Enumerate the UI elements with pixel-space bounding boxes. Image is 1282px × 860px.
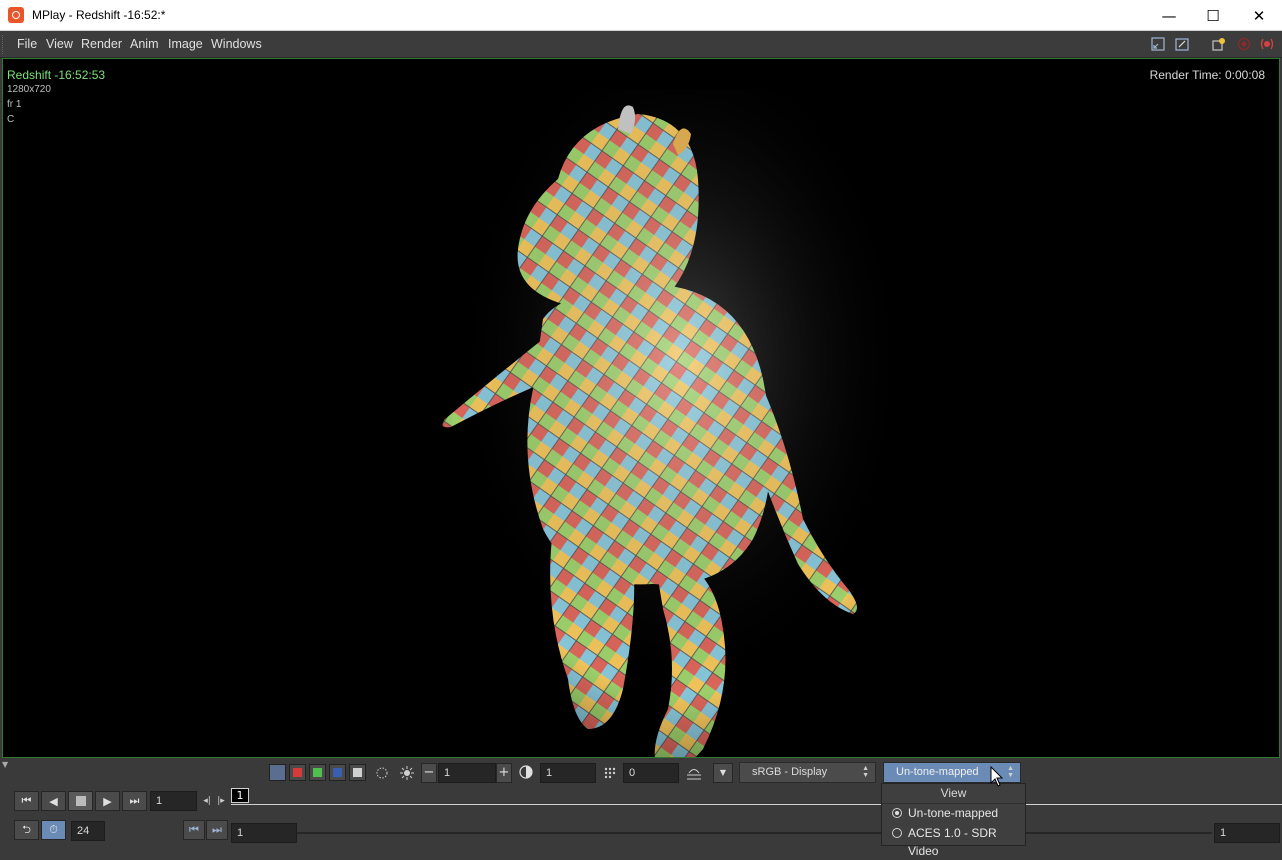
radio-selected-icon — [892, 808, 902, 818]
frame-label: fr 1 — [7, 99, 22, 110]
realtime-playback-button[interactable]: ⏱ — [41, 820, 66, 840]
menu-windows[interactable]: Windows — [211, 37, 262, 51]
minimize-button[interactable]: — — [1146, 0, 1192, 31]
window-title: MPlay - Redshift -16:52:* — [32, 8, 166, 22]
go-to-end-button[interactable]: ⏭ — [122, 791, 147, 811]
set-start-frame-button[interactable]: ⏮ — [183, 820, 205, 840]
lut-dropdown-button[interactable]: ▼ — [713, 763, 733, 783]
option-label: Un-tone-mapped — [908, 806, 999, 820]
play-backward-button[interactable]: ◀ — [41, 791, 66, 811]
render-viewport[interactable]: Redshift -16:52:53 1280x720 fr 1 C Rende… — [2, 58, 1280, 758]
render-settings-icon[interactable] — [1212, 37, 1226, 51]
start-frame-field[interactable]: 1 — [231, 823, 297, 843]
snapshot-icon[interactable] — [1175, 37, 1189, 51]
maximize-button[interactable]: ☐ — [1190, 0, 1236, 31]
colorspace-arrows-icon: ▲ ▼ — [862, 765, 869, 779]
record-icon[interactable] — [1260, 37, 1274, 51]
step-forward-icon[interactable]: |▸ — [214, 793, 228, 809]
exposure-field[interactable]: 1 — [438, 763, 496, 783]
colorspace-value: sRGB - Display — [752, 766, 828, 778]
loop-mode-button[interactable]: ⮌ — [14, 820, 39, 840]
render-name-label: Redshift -16:52:53 — [7, 68, 106, 82]
fit-window-icon[interactable] — [1151, 37, 1165, 51]
option-aces-sdr-video[interactable]: ACES 1.0 - SDR Video — [892, 824, 1025, 858]
view-arrows-icon: ▲ ▼ — [1007, 765, 1014, 779]
view-transform-dropdown: View Un-tone-mapped ACES 1.0 - SDR Video — [881, 783, 1026, 858]
timeline-frame-marker[interactable]: 1 — [231, 788, 249, 803]
menu-view[interactable]: View — [46, 37, 73, 51]
lut-icon[interactable] — [685, 765, 703, 781]
display-options-bar: ▼ − 1 + 1 0 ▼ sRGB - Display ▲ ▼ Un-tone-… — [0, 760, 1282, 786]
gamma-icon[interactable] — [518, 764, 534, 780]
step-back-icon[interactable]: ◂| — [200, 793, 214, 809]
menu-image[interactable]: Image — [168, 37, 203, 51]
stop-render-icon[interactable] — [1237, 37, 1251, 51]
colorspace-combo[interactable]: sRGB - Display ▲ ▼ — [739, 762, 876, 783]
end-frame-field[interactable]: 1 — [1214, 823, 1280, 843]
range-slider-track[interactable] — [297, 832, 1212, 834]
menu-bar: File View Render Anim Image Windows — [0, 31, 1282, 58]
red-channel-button[interactable] — [289, 764, 306, 781]
exposure-increment-button[interactable]: + — [496, 763, 512, 783]
rgb-channel-button[interactable] — [269, 764, 286, 781]
menu-render[interactable]: Render — [81, 37, 122, 51]
rendered-character-image — [423, 89, 893, 757]
go-to-start-button[interactable]: ⏮ — [14, 791, 39, 811]
set-end-frame-button[interactable]: ⏭ — [206, 820, 228, 840]
close-button[interactable]: ✕ — [1236, 0, 1282, 31]
menu-file[interactable]: File — [17, 37, 37, 51]
exposure-icon[interactable] — [374, 765, 390, 781]
exposure-decrement-button[interactable]: − — [421, 763, 437, 783]
alpha-channel-button[interactable] — [349, 764, 366, 781]
option-label: ACES 1.0 - SDR Video — [908, 826, 997, 858]
timeline[interactable]: 1 — [231, 788, 1282, 814]
menu-grip — [2, 35, 7, 54]
timeline-track — [231, 804, 1282, 805]
mouse-cursor-icon — [990, 766, 1004, 787]
current-frame-field[interactable]: 1 — [150, 791, 197, 811]
plane-label: C — [7, 114, 15, 125]
collapse-arrow-icon[interactable]: ▼ — [2, 760, 8, 786]
time-settings-bar: ⮌ ⏱ 24 ⏮ ⏭ 1 1 — [0, 816, 1282, 846]
dither-icon[interactable] — [602, 765, 618, 781]
stop-button[interactable] — [68, 791, 93, 811]
radio-unselected-icon — [892, 828, 902, 838]
menu-anim[interactable]: Anim — [130, 37, 158, 51]
fps-field[interactable]: 24 — [71, 821, 105, 841]
gamma-field[interactable]: 1 — [540, 763, 596, 783]
render-time-label: Render Time: 0:00:08 — [1149, 68, 1265, 82]
green-channel-button[interactable] — [309, 764, 326, 781]
view-transform-value: Un-tone-mapped — [896, 766, 979, 778]
brightness-icon[interactable] — [399, 765, 415, 781]
blue-channel-button[interactable] — [329, 764, 346, 781]
play-forward-button[interactable]: ▶ — [95, 791, 120, 811]
resolution-label: 1280x720 — [7, 84, 51, 95]
houdini-app-icon — [8, 7, 24, 23]
playbar: ⏮ ◀ ▶ ⏭ 1 ◂| |▸ 1 — [0, 786, 1282, 816]
window-titlebar: MPlay - Redshift -16:52:* — ☐ ✕ — [0, 0, 1282, 31]
option-un-tone-mapped[interactable]: Un-tone-mapped — [892, 804, 998, 822]
dither-field[interactable]: 0 — [623, 763, 679, 783]
